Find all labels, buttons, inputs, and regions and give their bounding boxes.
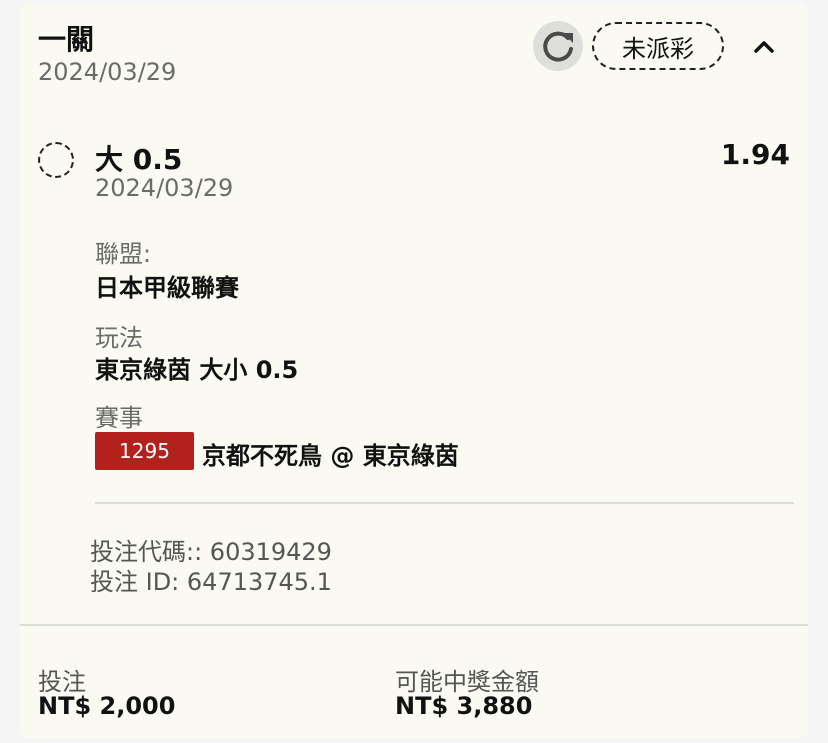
odds-value: 1.94	[720, 138, 790, 171]
league-value: 日本甲級聯賽	[95, 274, 239, 302]
collapse-button[interactable]	[752, 36, 776, 58]
stake-value: NT$ 2,000	[38, 692, 176, 720]
event-id-badge: 1295	[95, 432, 194, 470]
summary-divider	[20, 624, 808, 626]
bet-type-title: 一關	[38, 23, 95, 56]
selection-status-icon	[38, 142, 74, 178]
selection-date: 2024/03/29	[95, 174, 234, 202]
league-label: 聯盟:	[95, 240, 152, 268]
event-name: 京都不死鳥 @ 東京綠茵	[202, 442, 459, 470]
chevron-up-icon	[754, 41, 774, 53]
selection-name: 大 0.5	[95, 143, 183, 176]
payout-value: NT$ 3,880	[395, 692, 533, 720]
status-badge: 未派彩	[592, 22, 724, 70]
event-label: 賽事	[95, 404, 143, 432]
bet-date: 2024/03/29	[38, 58, 177, 86]
market-value: 東京綠茵 大小 0.5	[95, 356, 299, 384]
divider	[95, 502, 794, 504]
market-label: 玩法	[95, 324, 143, 352]
refresh-button[interactable]	[533, 21, 583, 71]
bet-slip-card: 一關 2024/03/29 未派彩 大 0.5 1.94 2024/03/29 …	[20, 4, 808, 738]
bet-id: 投注 ID: 64713745.1	[90, 568, 332, 596]
refresh-icon	[543, 31, 573, 62]
